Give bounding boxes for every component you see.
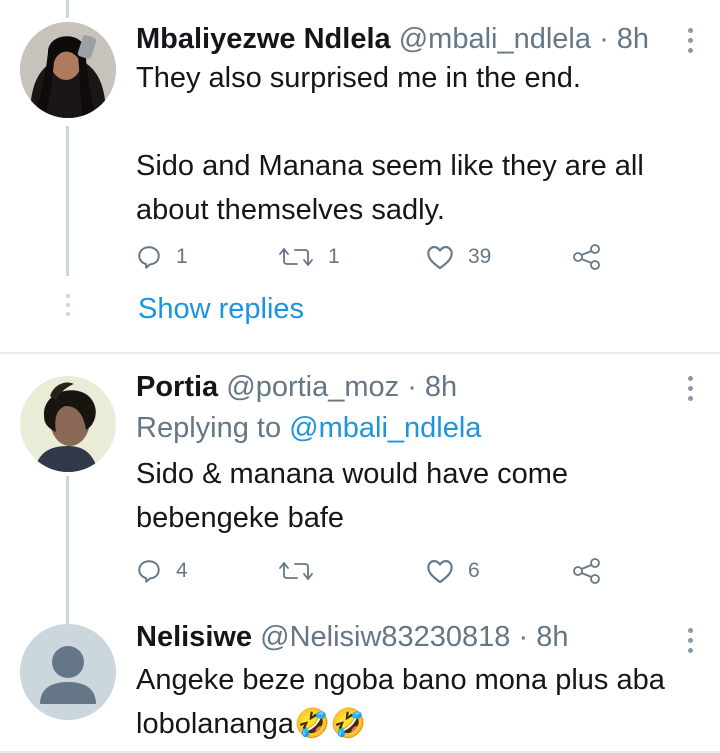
thread-line — [66, 126, 69, 276]
tweet-line: lobolananga🤣🤣 — [136, 708, 367, 740]
display-name[interactable]: Nelisiwe — [136, 621, 252, 653]
timestamp[interactable]: · 8h — [519, 621, 569, 653]
tweet-line: bebengeke bafe — [136, 502, 345, 534]
avatar[interactable] — [20, 624, 116, 720]
retweet-button[interactable] — [278, 558, 328, 584]
display-name[interactable]: Mbaliyezwe Ndlela — [136, 23, 391, 55]
avatar[interactable] — [20, 376, 116, 472]
thread-line — [66, 476, 69, 624]
retweet-count: 1 — [328, 245, 340, 268]
avatar[interactable] — [20, 22, 116, 118]
reply-button[interactable]: 4 — [136, 558, 188, 584]
share-button[interactable] — [572, 243, 602, 271]
tweet-header: Mbaliyezwe Ndlela @mbali_ndlela · 8h — [136, 22, 649, 56]
like-count: 6 — [468, 559, 480, 582]
tweet-text: Angeke beze ngoba bano mona plus aba lob… — [136, 658, 696, 746]
tweet-line: about themselves sadly. — [136, 194, 445, 226]
display-name[interactable]: Portia — [136, 371, 218, 403]
reply-icon — [138, 246, 160, 269]
handle[interactable]: @Nelisiw83230818 — [260, 621, 510, 653]
tweet-line-blank — [136, 100, 696, 144]
replying-to: Replying to @mbali_ndlela — [136, 412, 481, 445]
heart-icon — [427, 560, 453, 584]
share-button[interactable] — [572, 557, 602, 585]
thread-ellipsis — [66, 294, 70, 316]
reply-count: 1 — [176, 245, 188, 268]
like-button[interactable]: 39 — [426, 244, 491, 270]
timestamp[interactable]: · 8h — [407, 371, 457, 403]
tweet-line: Sido and Manana seem like they are all — [136, 150, 644, 182]
reply-count: 4 — [176, 559, 188, 582]
handle[interactable]: @mbali_ndlela — [399, 23, 591, 55]
tweet-text: They also surprised me in the end. Sido … — [136, 56, 696, 232]
tweet-line: They also surprised me in the end. — [136, 62, 581, 94]
tweet-portia[interactable]: Portia @portia_moz · 8h Replying to @mba… — [0, 354, 720, 624]
retweet-icon — [279, 562, 313, 580]
more-vertical-icon[interactable] — [686, 28, 694, 53]
like-button[interactable]: 6 — [426, 558, 480, 584]
more-vertical-icon[interactable] — [686, 376, 694, 401]
tweet-line: Sido & manana would have come — [136, 458, 569, 490]
more-vertical-icon[interactable] — [686, 628, 694, 653]
tweet-header: Nelisiwe @Nelisiw83230818 · 8h — [136, 620, 568, 654]
reply-button[interactable]: 1 — [136, 244, 188, 270]
retweet-icon — [279, 248, 313, 266]
reply-icon — [138, 560, 160, 583]
timestamp[interactable]: · 8h — [599, 23, 649, 55]
like-count: 39 — [468, 245, 492, 268]
tweet-line: Angeke beze ngoba bano mona plus aba — [136, 664, 665, 696]
show-replies-link[interactable]: Show replies — [138, 293, 304, 326]
handle[interactable]: @portia_moz — [226, 371, 399, 403]
tweet-header: Portia @portia_moz · 8h — [136, 370, 457, 404]
share-icon — [573, 244, 600, 270]
retweet-button[interactable]: 1 — [278, 244, 340, 270]
replying-to-handle[interactable]: @mbali_ndlela — [289, 412, 481, 444]
tweet-nelisiwe[interactable]: Nelisiwe @Nelisiw83230818 · 8h Angeke be… — [0, 614, 720, 753]
heart-icon — [427, 246, 453, 270]
share-icon — [573, 558, 600, 584]
replying-to-label: Replying to — [136, 412, 282, 444]
tweet-mbaliyezwe[interactable]: Mbaliyezwe Ndlela @mbali_ndlela · 8h The… — [0, 0, 720, 352]
tweet-text: Sido & manana would have come bebengeke … — [136, 452, 696, 540]
